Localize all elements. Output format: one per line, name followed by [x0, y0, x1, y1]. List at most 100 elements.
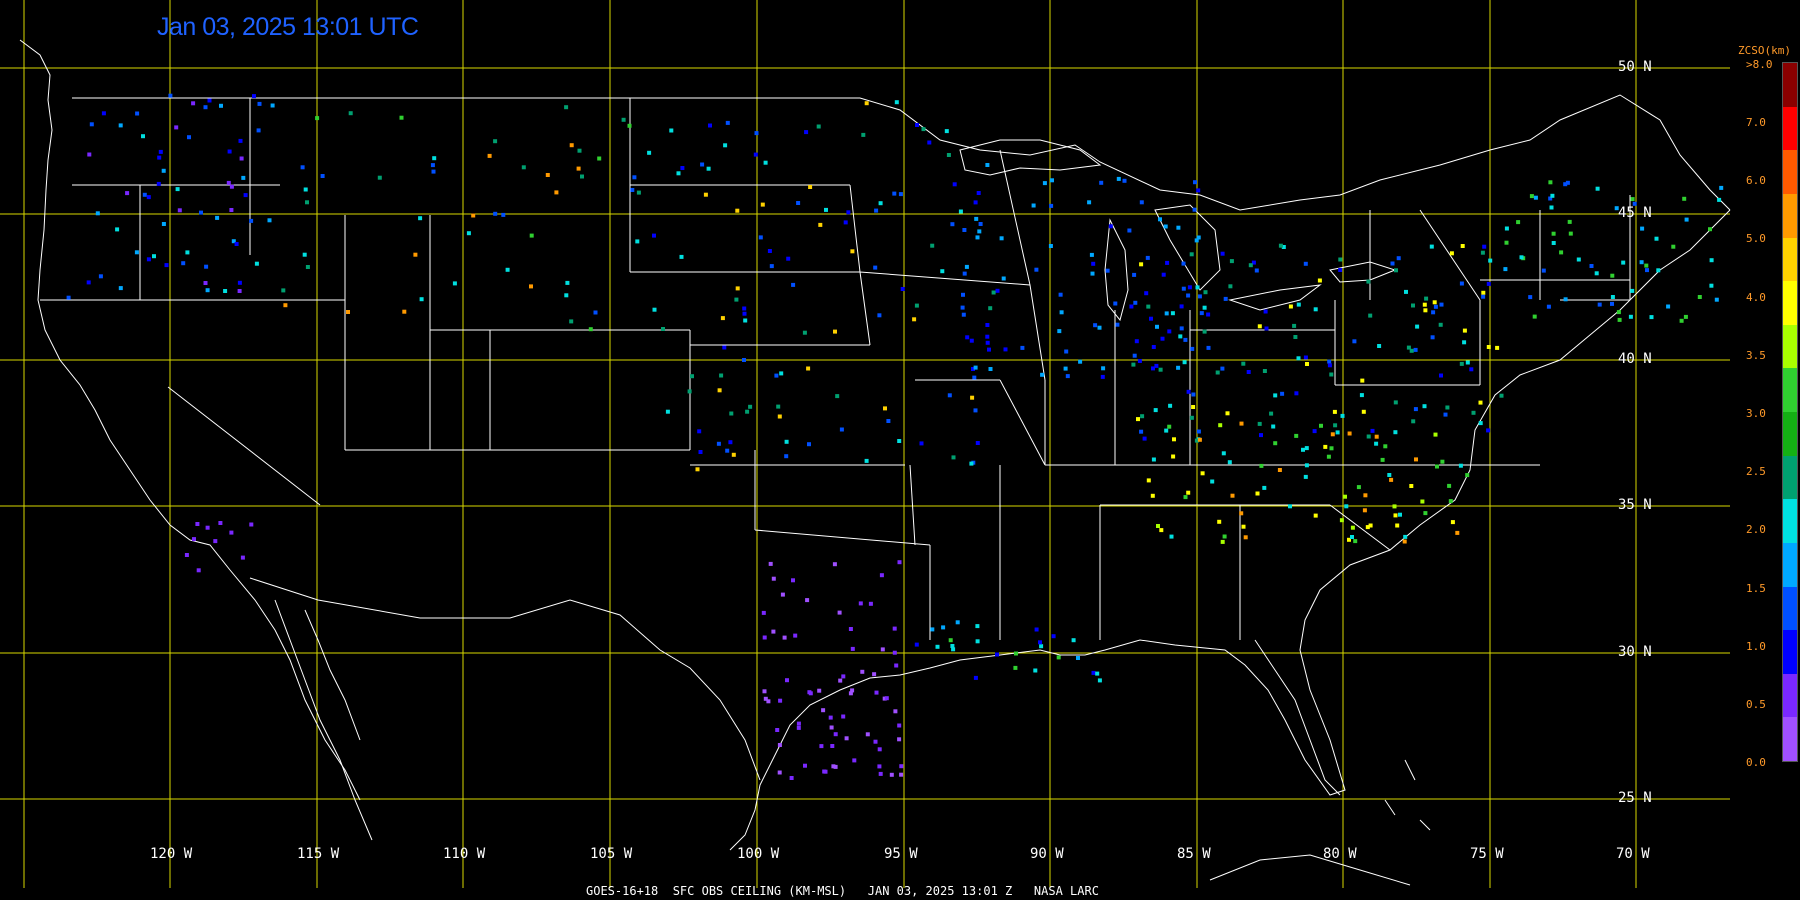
station-marker — [1666, 304, 1671, 309]
station-marker — [892, 650, 897, 655]
station-marker — [1164, 428, 1169, 433]
station-marker — [1178, 334, 1183, 339]
station-marker — [719, 373, 724, 378]
station-marker — [1146, 304, 1151, 309]
station-marker — [402, 309, 407, 314]
station-marker — [833, 732, 838, 737]
station-marker — [576, 166, 581, 171]
station-marker — [1095, 671, 1100, 676]
colorbar-segment — [1783, 281, 1797, 325]
station-marker — [1565, 180, 1570, 185]
station-marker — [1179, 326, 1184, 331]
station-marker — [695, 467, 700, 472]
station-marker — [1683, 314, 1688, 319]
station-marker — [665, 409, 670, 414]
station-marker — [184, 553, 189, 557]
station-marker — [418, 216, 423, 221]
station-marker — [1139, 262, 1144, 267]
station-marker — [1151, 457, 1156, 462]
station-marker — [630, 188, 635, 192]
station-marker — [1288, 304, 1293, 309]
station-marker — [1132, 353, 1137, 358]
station-marker — [1186, 490, 1191, 495]
station-marker — [580, 174, 584, 179]
station-marker — [1433, 432, 1438, 437]
station-marker — [1186, 389, 1191, 394]
station-marker — [777, 743, 782, 747]
station-marker — [894, 663, 899, 668]
station-marker — [1389, 477, 1394, 482]
station-marker — [848, 691, 853, 696]
station-marker — [101, 111, 106, 116]
station-marker — [865, 732, 870, 737]
station-marker — [1393, 430, 1398, 435]
station-marker — [1439, 302, 1444, 307]
station-marker — [1013, 665, 1018, 670]
station-marker — [680, 166, 685, 170]
station-marker — [1616, 310, 1621, 315]
station-marker — [1503, 267, 1508, 272]
station-marker — [1393, 400, 1398, 405]
station-marker — [1303, 355, 1308, 360]
station-marker — [844, 736, 849, 741]
station-marker — [828, 715, 833, 720]
station-marker — [1241, 361, 1246, 366]
station-marker — [1303, 474, 1308, 479]
station-marker — [962, 228, 967, 232]
station-marker — [152, 254, 156, 259]
station-marker — [146, 195, 151, 200]
station-marker — [205, 288, 210, 293]
station-marker — [1218, 423, 1223, 428]
station-marker — [1469, 367, 1474, 372]
legend-tick-label: 4.0 — [1746, 290, 1766, 304]
legend-tick-label: 1.0 — [1746, 639, 1766, 653]
station-marker — [697, 429, 702, 434]
station-marker — [1709, 258, 1714, 263]
colorbar-segment — [1783, 673, 1797, 718]
station-marker — [1101, 366, 1106, 371]
station-marker — [1377, 344, 1382, 348]
station-marker — [716, 441, 721, 446]
station-marker — [1438, 322, 1443, 327]
station-marker — [861, 132, 866, 137]
station-marker — [897, 723, 902, 728]
station-marker — [833, 329, 837, 334]
station-marker — [1293, 335, 1298, 339]
station-marker — [320, 174, 325, 178]
station-marker — [987, 347, 991, 352]
station-marker — [1478, 400, 1483, 405]
station-marker — [430, 163, 435, 168]
station-marker — [706, 166, 711, 171]
station-marker — [1639, 260, 1644, 265]
station-marker — [647, 150, 652, 155]
station-marker — [841, 714, 846, 719]
station-marker — [1139, 200, 1144, 205]
legend-tick-label: 0.0 — [1746, 756, 1766, 770]
station-marker — [758, 235, 763, 240]
station-marker — [1227, 460, 1232, 465]
station-marker — [1332, 409, 1337, 414]
colorbar-segment — [1783, 717, 1797, 761]
nevada-ca-border — [167, 386, 321, 506]
station-marker — [1169, 534, 1174, 539]
station-marker — [873, 265, 878, 270]
station-marker — [1113, 301, 1118, 306]
station-marker — [569, 319, 574, 324]
station-marker — [1034, 267, 1039, 272]
station-marker — [1445, 405, 1450, 410]
station-marker — [1183, 495, 1188, 500]
station-marker — [346, 310, 350, 314]
station-marker — [505, 267, 510, 272]
station-marker — [168, 93, 173, 98]
station-marker — [1301, 447, 1305, 452]
station-marker — [985, 323, 990, 327]
station-marker — [1654, 236, 1659, 241]
station-marker — [921, 127, 926, 132]
station-marker — [554, 190, 559, 195]
station-marker — [839, 427, 844, 432]
station-marker — [883, 406, 887, 411]
station-marker — [1115, 322, 1120, 327]
station-marker — [1278, 243, 1283, 248]
colorbar-segment — [1783, 106, 1797, 151]
station-marker — [1387, 473, 1392, 477]
